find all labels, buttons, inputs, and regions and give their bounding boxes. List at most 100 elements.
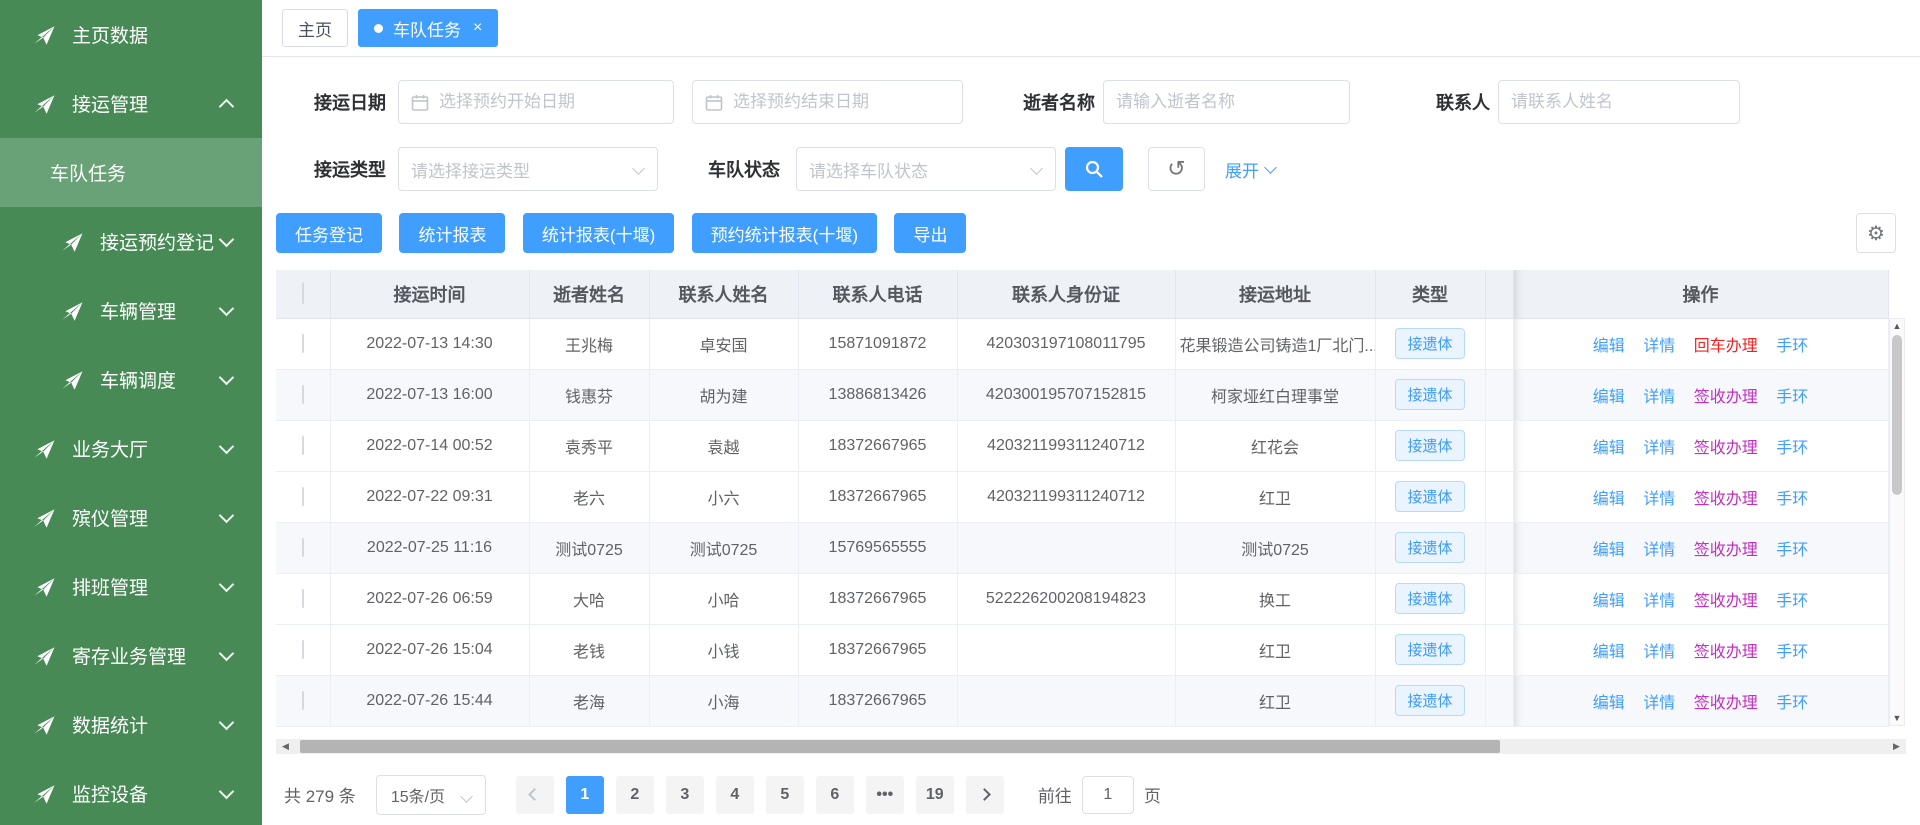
tab-home[interactable]: 主页 [282, 9, 348, 47]
sidebar-item[interactable]: 接运管理 [0, 69, 262, 138]
settings-button[interactable]: ⚙ [1856, 213, 1896, 253]
edit-link[interactable]: 编辑 [1593, 695, 1625, 712]
toolbar-button[interactable]: 统计报表(十堰) [523, 213, 674, 253]
edit-link[interactable]: 编辑 [1593, 440, 1625, 457]
date-start-field[interactable] [398, 80, 674, 124]
sidebar-item[interactable]: 接运预约登记 [0, 207, 262, 276]
toolbar-button[interactable]: 导出 [894, 213, 966, 253]
process-link[interactable]: 签收办理 [1694, 542, 1758, 559]
sidebar-item[interactable]: 主页数据 [0, 0, 262, 69]
page-button[interactable]: 2 [616, 776, 654, 814]
date-end-field[interactable] [692, 80, 963, 124]
sidebar-item[interactable]: 车辆调度 [0, 345, 262, 414]
page-button[interactable]: ••• [866, 776, 904, 814]
scroll-left-icon[interactable]: ◀ [278, 739, 293, 754]
wristband-link[interactable]: 手环 [1776, 695, 1808, 712]
detail-link[interactable]: 详情 [1643, 491, 1675, 508]
search-button[interactable] [1065, 147, 1123, 191]
scroll-right-icon[interactable]: ▶ [1889, 739, 1904, 754]
edit-link[interactable]: 编辑 [1593, 389, 1625, 406]
cell-actions: 编辑 详情 签收办理 手环 [1513, 369, 1888, 420]
wristband-link[interactable]: 手环 [1776, 491, 1808, 508]
date-start-input[interactable] [399, 81, 673, 123]
page-button[interactable]: 3 [666, 776, 704, 814]
row-checkbox[interactable] [302, 691, 304, 710]
detail-link[interactable]: 详情 [1643, 389, 1675, 406]
process-link[interactable]: 签收办理 [1694, 491, 1758, 508]
wristband-link[interactable]: 手环 [1776, 644, 1808, 661]
row-checkbox[interactable] [302, 640, 304, 659]
page-button[interactable]: 1 [566, 776, 604, 814]
process-link[interactable]: 签收办理 [1694, 644, 1758, 661]
page-button[interactable]: 5 [766, 776, 804, 814]
row-checkbox[interactable] [302, 538, 304, 557]
process-link[interactable]: 签收办理 [1694, 593, 1758, 610]
row-checkbox[interactable] [302, 385, 304, 404]
page-button[interactable]: 6 [816, 776, 854, 814]
horizontal-scroll-thumb[interactable] [300, 740, 1500, 753]
edit-link[interactable]: 编辑 [1593, 491, 1625, 508]
sidebar-item[interactable]: 车辆管理 [0, 276, 262, 345]
process-link[interactable]: 签收办理 [1694, 695, 1758, 712]
toolbar-button[interactable]: 预约统计报表(十堰) [692, 213, 877, 253]
goto-page-input[interactable] [1082, 776, 1134, 814]
sidebar-item[interactable]: 殡仪管理 [0, 483, 262, 552]
wristband-link[interactable]: 手环 [1776, 542, 1808, 559]
sidebar-item[interactable]: 寄存业务管理 [0, 621, 262, 690]
toolbar-button[interactable]: 统计报表 [399, 213, 505, 253]
sidebar-item[interactable]: 排班管理 [0, 552, 262, 621]
detail-link[interactable]: 详情 [1643, 542, 1675, 559]
expand-link[interactable]: 展开 [1225, 157, 1275, 182]
scroll-down-icon[interactable]: ▼ [1890, 711, 1904, 725]
pickup-type-select[interactable]: 请选择接运类型 [398, 147, 658, 191]
process-link[interactable]: 签收办理 [1694, 389, 1758, 406]
cell-actions: 编辑 详情 签收办理 手环 [1513, 471, 1888, 522]
sidebar-item[interactable]: 数据统计 [0, 690, 262, 759]
next-page-button[interactable] [966, 776, 1004, 814]
detail-link[interactable]: 详情 [1643, 644, 1675, 661]
scroll-up-icon[interactable]: ▲ [1890, 319, 1904, 333]
deceased-name-field[interactable] [1103, 80, 1350, 124]
cell-pickup-time: 2022-07-13 16:00 [330, 369, 529, 420]
edit-link[interactable]: 编辑 [1593, 542, 1625, 559]
sidebar-item[interactable]: 车队任务 [0, 138, 262, 207]
row-checkbox[interactable] [302, 487, 304, 506]
sidebar-item[interactable]: 监控设备 [0, 759, 262, 825]
vertical-scroll-thumb[interactable] [1892, 335, 1902, 495]
cell-contact-id [957, 624, 1175, 675]
detail-link[interactable]: 详情 [1643, 440, 1675, 457]
process-link[interactable]: 签收办理 [1694, 440, 1758, 457]
prev-page-button[interactable] [516, 776, 554, 814]
detail-link[interactable]: 详情 [1643, 593, 1675, 610]
wristband-link[interactable]: 手环 [1776, 440, 1808, 457]
contact-input[interactable] [1499, 81, 1739, 123]
row-checkbox[interactable] [302, 436, 304, 455]
date-end-input[interactable] [693, 81, 962, 123]
edit-link[interactable]: 编辑 [1593, 644, 1625, 661]
page-button[interactable]: 4 [716, 776, 754, 814]
detail-link[interactable]: 详情 [1643, 695, 1675, 712]
detail-link[interactable]: 详情 [1643, 338, 1675, 355]
edit-link[interactable]: 编辑 [1593, 338, 1625, 355]
row-checkbox[interactable] [302, 589, 304, 608]
wristband-link[interactable]: 手环 [1776, 389, 1808, 406]
sidebar-item[interactable]: 业务大厅 [0, 414, 262, 483]
vertical-scrollbar[interactable]: ▲ ▼ [1889, 318, 1905, 726]
contact-field[interactable] [1498, 80, 1740, 124]
edit-link[interactable]: 编辑 [1593, 593, 1625, 610]
row-checkbox[interactable] [302, 334, 304, 353]
process-link[interactable]: 回车办理 [1694, 338, 1758, 355]
fleet-status-select[interactable]: 请选择车队状态 [796, 147, 1056, 191]
close-tab-icon[interactable]: × [473, 20, 482, 36]
calendar-icon [705, 94, 723, 112]
page-button[interactable]: 19 [916, 776, 954, 814]
refresh-button[interactable]: ↺ [1148, 147, 1205, 191]
select-all-checkbox[interactable] [302, 282, 304, 304]
deceased-name-input[interactable] [1104, 81, 1349, 123]
wristband-link[interactable]: 手环 [1776, 338, 1808, 355]
page-size-select[interactable]: 15条/页 [376, 775, 486, 815]
toolbar-button[interactable]: 任务登记 [276, 213, 382, 253]
tab-fleet-tasks[interactable]: 车队任务 × [358, 9, 498, 47]
horizontal-scrollbar[interactable]: ◀ ▶ [276, 739, 1906, 754]
wristband-link[interactable]: 手环 [1776, 593, 1808, 610]
